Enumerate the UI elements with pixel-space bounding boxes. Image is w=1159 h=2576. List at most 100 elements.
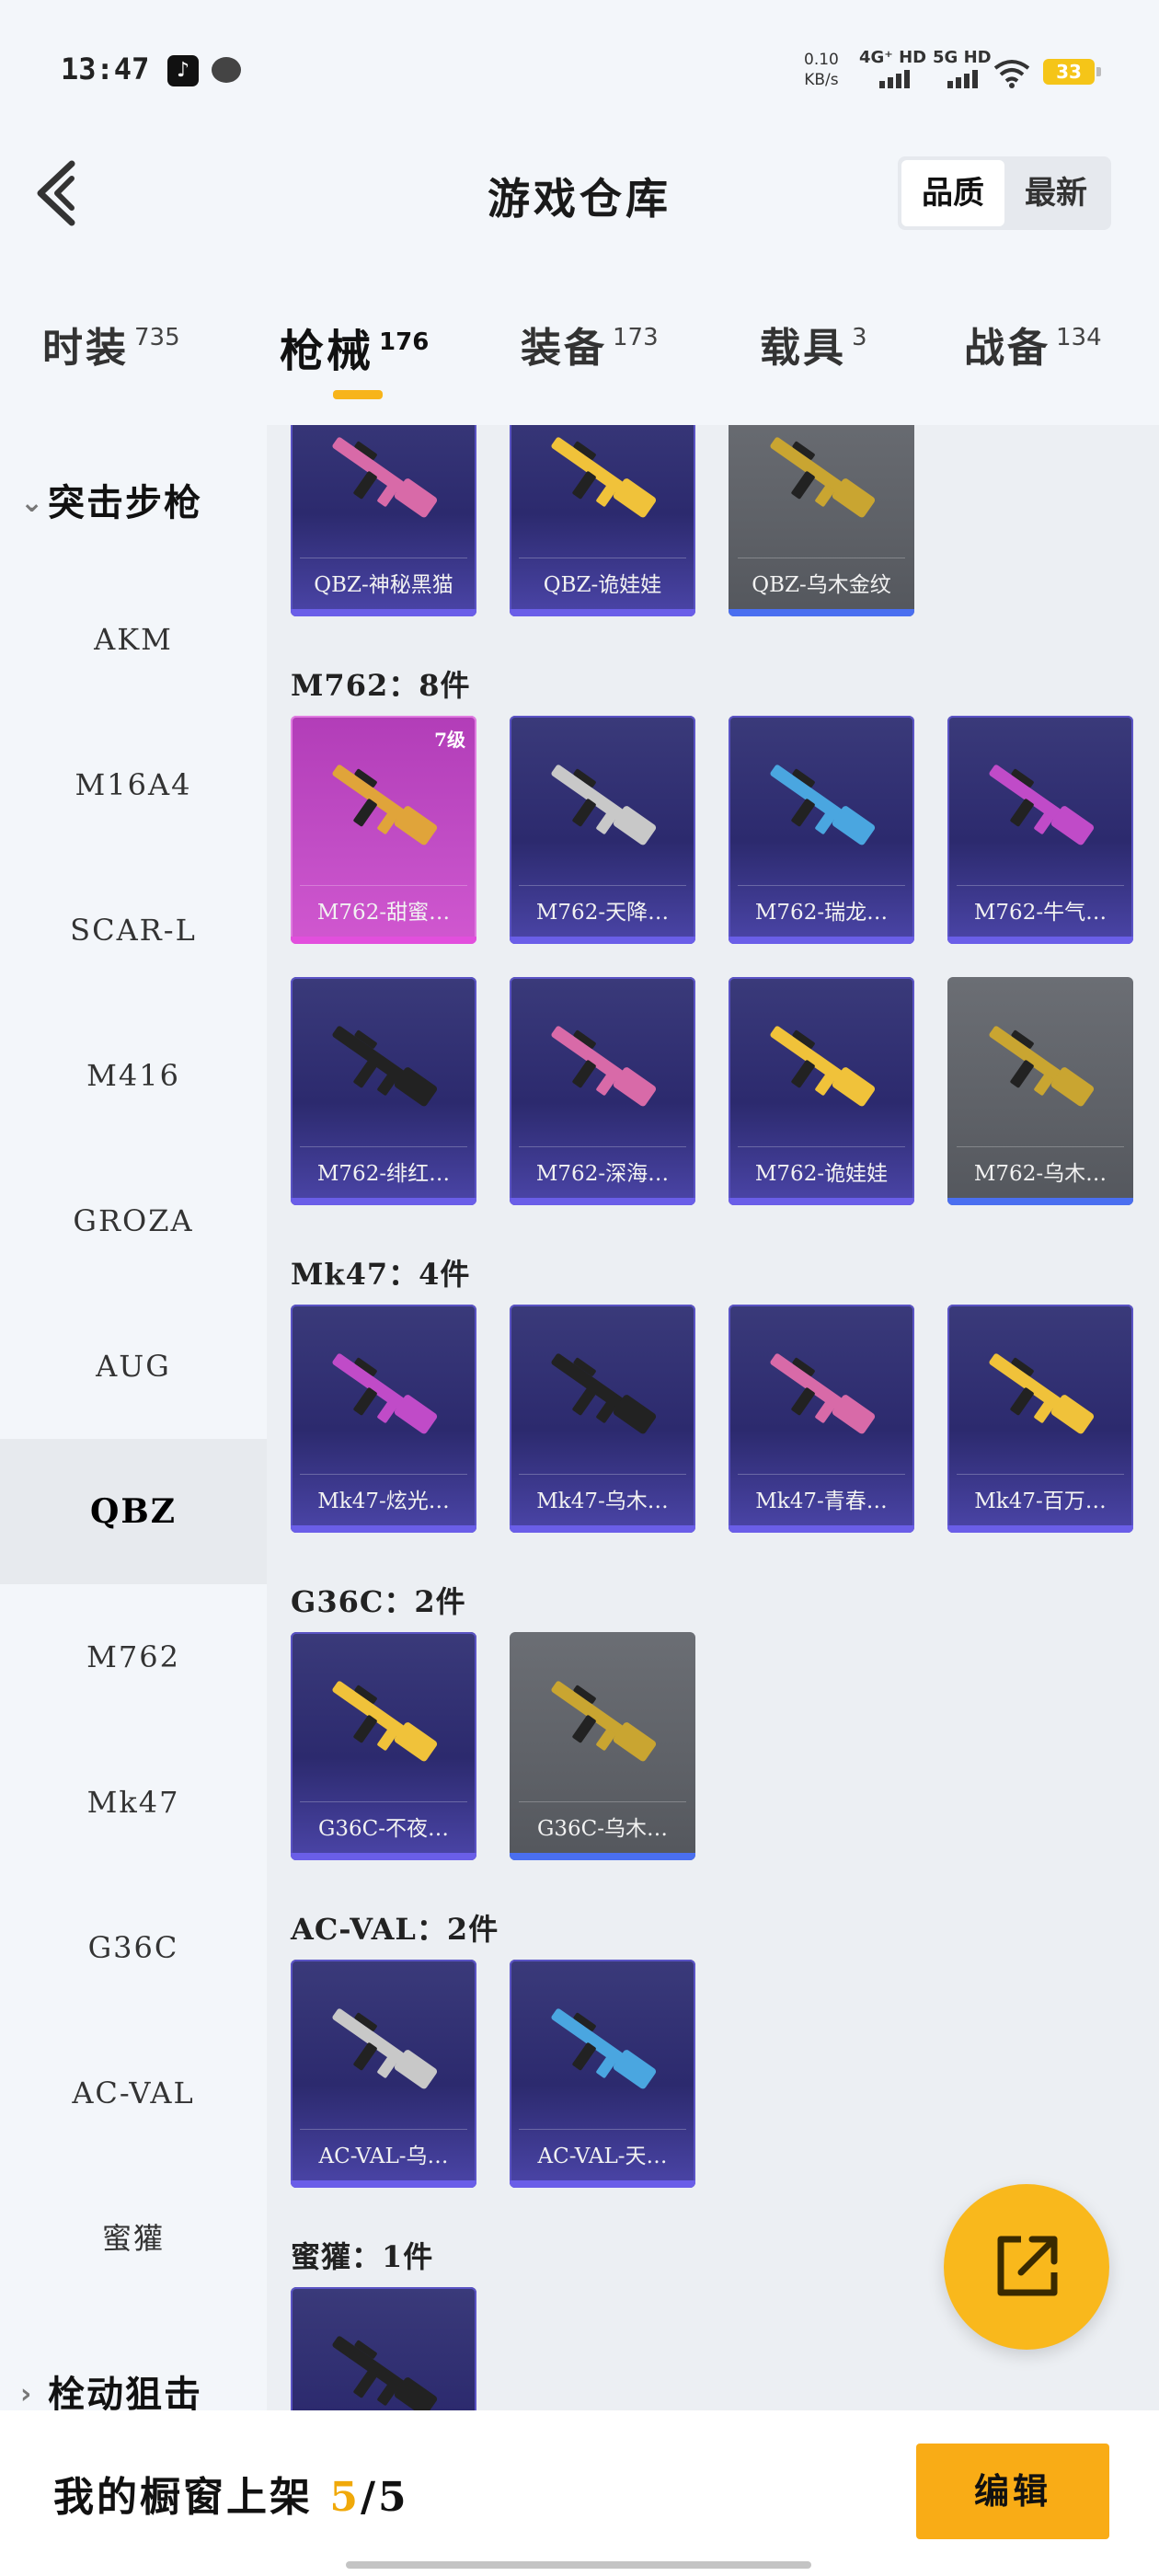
sidebar-item-scar-l[interactable]: SCAR-L [0,857,267,1003]
tab-count: 735 [134,324,180,351]
tab-guns[interactable]: 枪械 176 [280,315,429,397]
weapon-skin-card[interactable]: G36C-不夜… [291,1632,476,1860]
tab-equipment[interactable]: 装备 173 [521,315,659,397]
tab-label: 载具 [760,325,846,372]
network-4g-label: 4G⁺ HD [859,48,927,67]
chevron-down-icon: ⌄ [20,487,46,519]
sidebar-item-honey-badger[interactable]: 蜜獾 [0,2166,267,2311]
sidebar-item-m762[interactable]: M762 [0,1584,267,1730]
sidebar-item-qbz[interactable]: QBZ [0,1439,267,1584]
weapon-skin-card[interactable]: M762-乌木… [947,977,1133,1205]
showcase-count: 5 [329,2474,361,2521]
network-5g-label: 5G HD [933,48,992,67]
sort-quality-option[interactable]: 品质 [901,160,1004,226]
weapon-skin-card[interactable]: 7级 M762-甜蜜… [291,716,476,944]
section-title: AC-VAL：2件 [291,1912,499,1947]
weapon-skin-name: M762-深海… [535,1162,670,1186]
weapon-skin-name: M762-天降… [535,901,670,925]
weapon-skin-name: M762-诡娃娃 [754,1162,889,1186]
card-divider [519,1801,686,1802]
edit-button[interactable]: 编辑 [916,2444,1109,2539]
showcase-total: 5 [378,2474,409,2521]
sidebar-item-groza[interactable]: GROZA [0,1148,267,1294]
rifle-icon [551,765,657,845]
card-divider [300,1146,467,1147]
net-speed: 0.10 KB/s [804,50,839,90]
rifle-icon [989,1026,1095,1107]
weapon-skin-card[interactable] [291,2287,476,2412]
card-divider [519,1146,686,1147]
weapon-skin-card[interactable]: AC-VAL-乌… [291,1960,476,2188]
sidebar-item-g36c[interactable]: G36C [0,1875,267,2020]
sidebar-item-ac-val[interactable]: AC-VAL [0,2020,267,2166]
battery-icon: 33 [1043,59,1101,85]
weapon-skin-name: M762-甜蜜… [316,901,451,925]
weapon-skin-card[interactable]: Mk47-百万… [947,1305,1133,1533]
sidebar-item-aug[interactable]: AUG [0,1294,267,1439]
sidebar-item-m16a4[interactable]: M16A4 [0,712,267,857]
weapon-skin-name: M762-瑞龙… [754,901,889,925]
sidebar-item-akm[interactable]: AKM [0,567,267,712]
sidebar-item-m416[interactable]: M416 [0,1003,267,1148]
sort-newest-option[interactable]: 最新 [1004,160,1107,226]
tab-fashion[interactable]: 时装 735 [42,315,180,397]
tab-vehicles[interactable]: 载具 3 [760,315,867,397]
card-divider [519,1474,686,1475]
message-icon [212,57,241,83]
rifle-icon [989,1353,1095,1434]
weapon-skin-card[interactable]: Mk47-乌木… [510,1305,695,1533]
active-tab-indicator [333,390,383,399]
rifle-icon [551,437,657,518]
showcase-label: 我的橱窗上架 [53,2474,313,2521]
weapon-skin-card[interactable]: M762-天降… [510,716,695,944]
rifle-icon [551,1353,657,1434]
weapon-skin-card[interactable]: QBZ-神秘黑猫 [291,425,476,616]
weapon-skin-card[interactable]: M762-绯红… [291,977,476,1205]
weapon-skin-name: M762-牛气… [973,901,1107,925]
rifle-icon [332,1353,438,1434]
tab-tactical[interactable]: 战备 134 [964,315,1102,397]
weapon-skin-name: Mk47-青春… [755,1489,888,1513]
weapon-skin-card[interactable]: G36C-乌木… [510,1632,695,1860]
rifle-icon [332,1681,438,1762]
rifle-icon [770,437,876,518]
rifle-icon [332,2336,438,2412]
rifle-icon [551,2008,657,2089]
weapon-skin-card[interactable]: M762-深海… [510,977,695,1205]
level-badge: 7级 [434,729,465,751]
card-divider [300,1801,467,1802]
sidebar-group-assault-rifles[interactable]: ⌄突击步枪 [20,473,202,526]
share-button[interactable] [944,2184,1109,2350]
tab-count: 134 [1056,324,1102,351]
card-divider [519,885,686,886]
weapon-skin-card[interactable]: M762-诡娃娃 [729,977,914,1205]
card-divider [300,1474,467,1475]
tab-count: 176 [379,328,430,356]
rifle-icon [770,765,876,845]
signal-bars-icon [947,68,978,88]
weapon-skin-card[interactable]: QBZ-诡娃娃 [510,425,695,616]
rifle-icon [332,765,438,845]
card-divider [519,2129,686,2130]
rifle-icon [332,1026,438,1107]
home-indicator [346,2561,811,2569]
weapon-skin-card[interactable]: QBZ-乌木金纹 [729,425,914,616]
weapon-skin-card[interactable]: Mk47-青春… [729,1305,914,1533]
sort-toggle: 品质 最新 [898,156,1111,230]
sidebar-item-mk47[interactable]: Mk47 [0,1730,267,1875]
card-divider [957,1474,1124,1475]
card-divider [957,1146,1124,1147]
section-title: G36C：2件 [291,1584,466,1619]
weapon-skin-name: QBZ-乌木金纹 [752,573,891,597]
tab-count: 173 [613,324,659,351]
card-divider [300,2129,467,2130]
card-divider [300,885,467,886]
weapon-skin-name: Mk47-百万… [974,1489,1107,1513]
weapon-skin-card[interactable]: M762-牛气… [947,716,1133,944]
weapon-skin-card[interactable]: M762-瑞龙… [729,716,914,944]
section-title: Mk47：4件 [291,1257,471,1292]
weapon-skin-card[interactable]: Mk47-炫光… [291,1305,476,1533]
weapon-skin-card[interactable]: AC-VAL-天… [510,1960,695,2188]
status-bar: 13:47 ♪ 0.10 KB/s 4G⁺ HD 5G HD 33 [0,0,1159,138]
section-title: 蜜獾：1件 [291,2239,434,2274]
